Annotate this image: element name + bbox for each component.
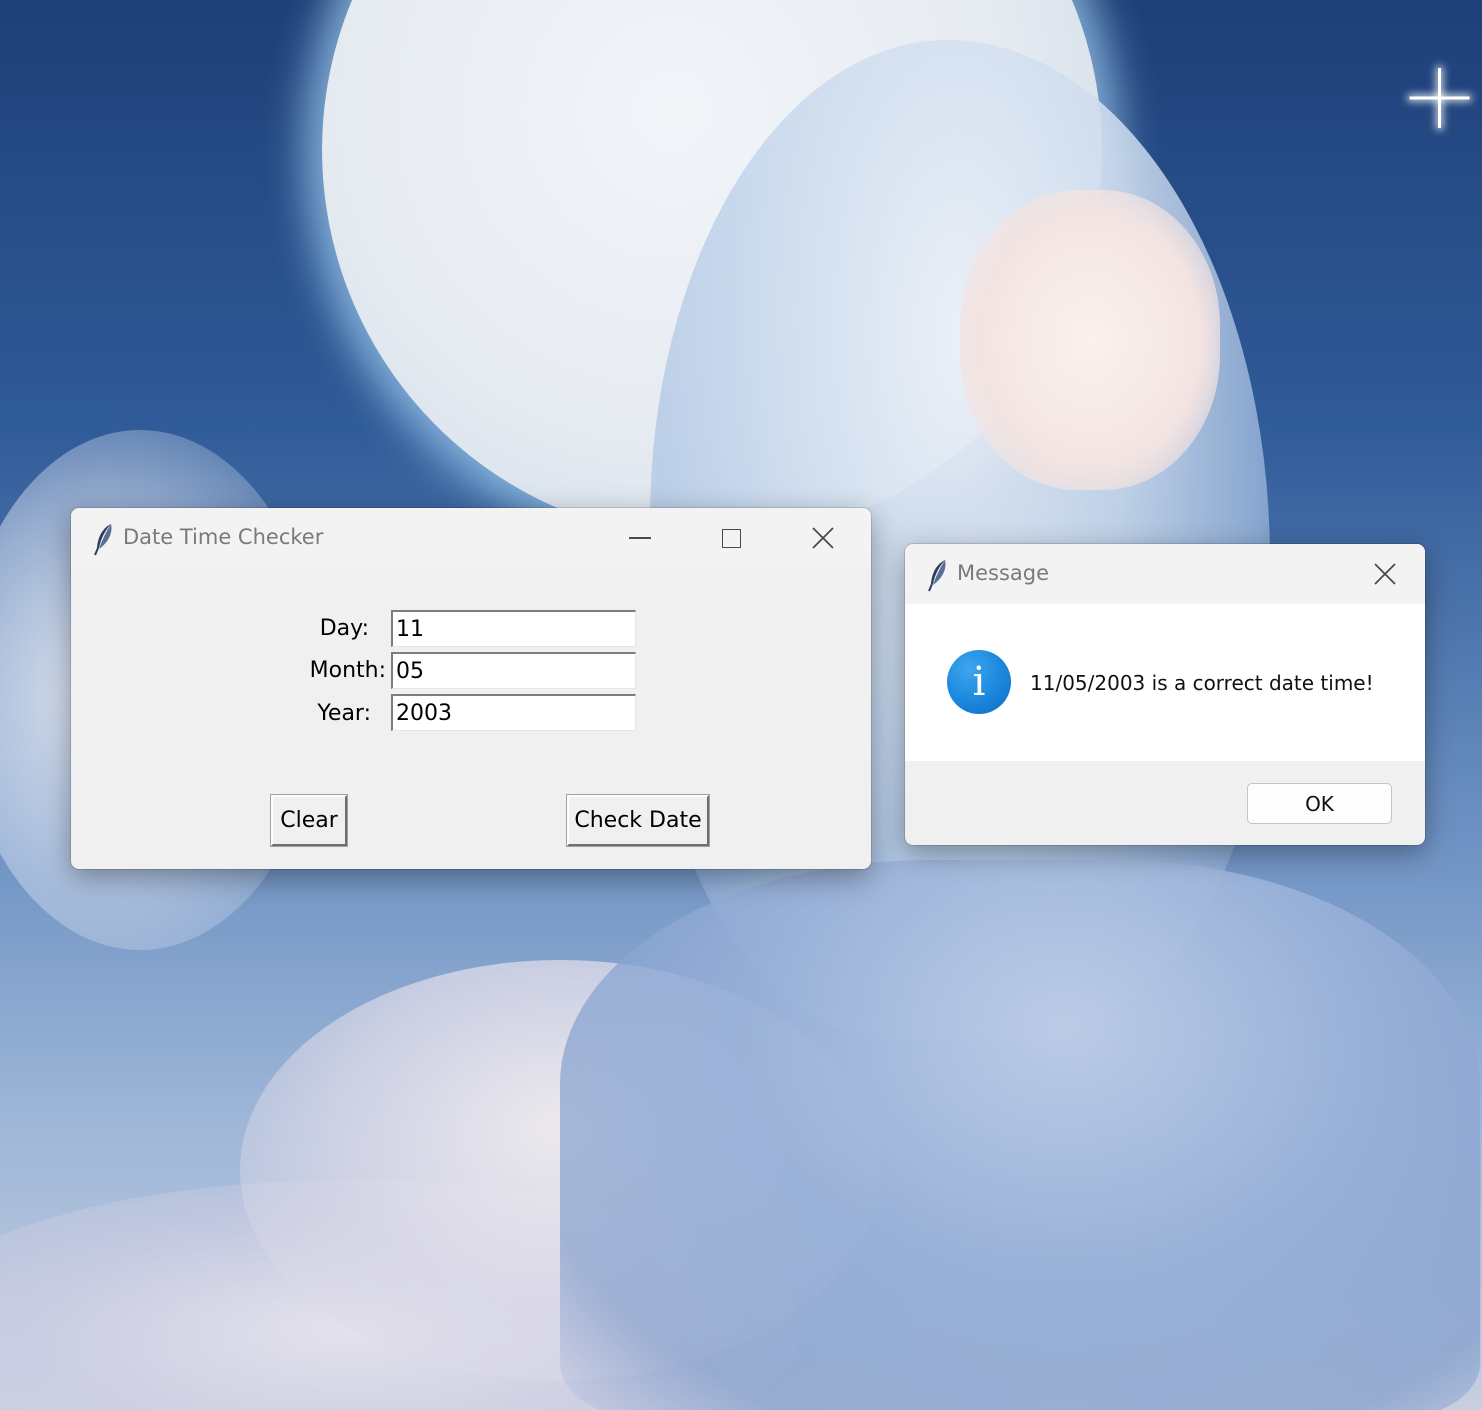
- month-input[interactable]: [391, 652, 636, 689]
- message-dialog: Message i 11/05/2003 is a correct date t…: [905, 544, 1425, 845]
- character-face-image: [960, 190, 1220, 490]
- month-label: Month:: [309, 658, 386, 683]
- close-icon: [812, 527, 834, 549]
- date-time-checker-window: Date Time Checker Day: Month: Year: Clea…: [71, 508, 871, 869]
- window-title: Date Time Checker: [123, 525, 324, 549]
- close-button[interactable]: [777, 508, 869, 568]
- main-titlebar[interactable]: Date Time Checker: [71, 508, 871, 568]
- minimize-button[interactable]: [594, 508, 686, 568]
- check-date-button[interactable]: Check Date: [567, 795, 709, 846]
- feather-icon: [928, 560, 946, 592]
- day-input[interactable]: [391, 610, 636, 647]
- info-icon: i: [947, 650, 1011, 714]
- dress-image: [560, 860, 1480, 1410]
- feather-icon: [94, 524, 112, 556]
- year-input[interactable]: [391, 694, 636, 731]
- ok-button[interactable]: OK: [1247, 783, 1392, 824]
- minimize-icon: [629, 537, 651, 539]
- sparkle-icon: [1410, 68, 1470, 128]
- close-icon: [1374, 563, 1396, 585]
- message-titlebar[interactable]: Message: [905, 544, 1425, 604]
- clear-button[interactable]: Clear: [271, 795, 347, 846]
- maximize-button[interactable]: [685, 508, 777, 568]
- day-label: Day:: [319, 616, 369, 641]
- maximize-icon: [721, 528, 741, 548]
- dialog-title: Message: [957, 561, 1050, 585]
- year-label: Year:: [317, 701, 371, 726]
- dialog-close-button[interactable]: [1345, 544, 1425, 604]
- message-body: i 11/05/2003 is a correct date time!: [905, 604, 1425, 761]
- message-text: 11/05/2003 is a correct date time!: [1030, 671, 1374, 695]
